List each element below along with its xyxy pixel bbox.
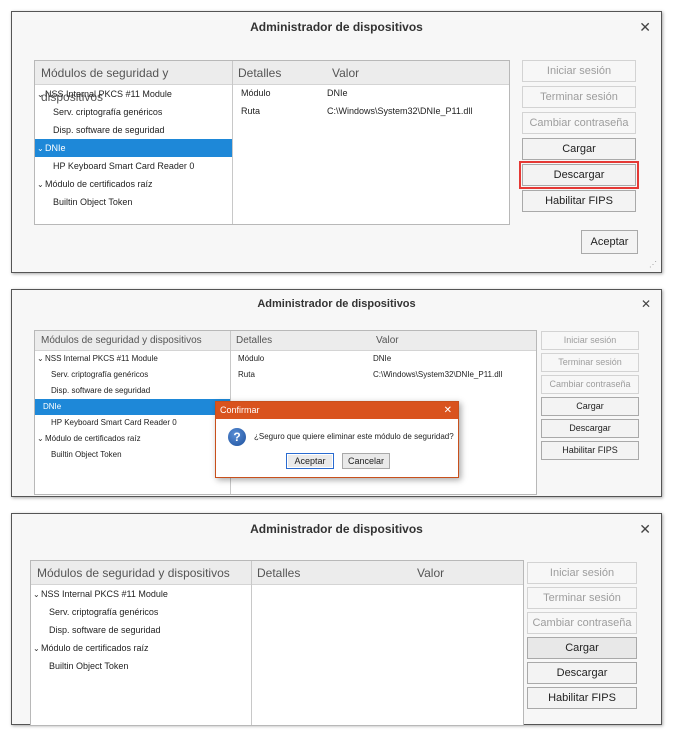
window-title: Administrador de dispositivos bbox=[257, 298, 416, 310]
unload-button[interactable]: Descargar bbox=[519, 161, 639, 189]
modules-panel: Módulos de seguridad y dispositivos Deta… bbox=[30, 560, 524, 726]
load-button[interactable]: Cargar bbox=[522, 138, 636, 160]
login-button[interactable]: Iniciar sesión bbox=[527, 562, 637, 584]
column-header-modules[interactable]: Módulos de seguridad y dispositivos bbox=[31, 561, 251, 585]
tree-item-builtin-token[interactable]: Builtin Object Token bbox=[35, 447, 230, 463]
tree-item-dnie[interactable]: ⌄DNIe bbox=[35, 139, 232, 157]
tree-item-software-device[interactable]: Disp. software de seguridad bbox=[35, 121, 232, 139]
tree-item-dnie[interactable]: DNIe bbox=[35, 399, 230, 415]
unload-button[interactable]: Descargar bbox=[541, 419, 639, 438]
chevron-down-icon[interactable]: ⌄ bbox=[37, 431, 45, 447]
detail-value-path: C:\Windows\System32\DNIe_P11.dll bbox=[327, 106, 473, 116]
device-manager-window-2: Administrador de dispositivos ✕ Módulos … bbox=[11, 289, 662, 497]
column-header-modules[interactable]: Módulos de seguridad y dispositivos bbox=[35, 61, 232, 104]
column-header-value[interactable]: Valor bbox=[370, 331, 536, 351]
column-header-details[interactable]: Detalles bbox=[251, 561, 411, 585]
dialog-title: Confirmar bbox=[216, 402, 458, 419]
device-manager-window-1: Administrador de dispositivos ✕ Módulos … bbox=[11, 11, 662, 273]
column-header-details[interactable]: Detalles bbox=[232, 61, 326, 85]
column-header-modules[interactable]: Módulos de seguridad y dispositivos bbox=[35, 331, 230, 351]
tree-item-nss-module[interactable]: ⌄NSS Internal PKCS #11 Module bbox=[31, 585, 251, 603]
detail-key-module: Módulo bbox=[238, 354, 265, 363]
unload-button[interactable]: Descargar bbox=[527, 662, 637, 684]
tree-item-root-certs[interactable]: ⌄Módulo de certificados raíz bbox=[35, 175, 232, 193]
resize-grip-icon[interactable]: ⋰ bbox=[649, 260, 657, 269]
tree-item-software-device[interactable]: Disp. software de seguridad bbox=[31, 621, 251, 639]
chevron-down-icon[interactable]: ⌄ bbox=[37, 351, 45, 367]
chevron-down-icon[interactable]: ⌄ bbox=[33, 640, 41, 658]
logout-button[interactable]: Terminar sesión bbox=[541, 353, 639, 372]
tree-item-hp-reader[interactable]: HP Keyboard Smart Card Reader 0 bbox=[35, 157, 232, 175]
close-icon[interactable]: ✕ bbox=[641, 290, 651, 318]
tree-item-nss-module[interactable]: ⌄NSS Internal PKCS #11 Module bbox=[35, 85, 234, 103]
dialog-close-icon[interactable]: ✕ bbox=[444, 402, 452, 419]
chevron-down-icon[interactable]: ⌄ bbox=[37, 176, 45, 194]
detail-value-module: DNIe bbox=[327, 88, 348, 98]
detail-key-path: Ruta bbox=[241, 106, 261, 116]
window-title: Administrador de dispositivos bbox=[250, 522, 423, 536]
enable-fips-button[interactable]: Habilitar FIPS bbox=[527, 687, 637, 709]
tree-item-hp-reader[interactable]: HP Keyboard Smart Card Reader 0 bbox=[35, 415, 230, 431]
change-password-button[interactable]: Cambiar contraseña bbox=[527, 612, 637, 634]
tree-item-root-certs[interactable]: ⌄Módulo de certificados raíz bbox=[31, 639, 251, 657]
logout-button[interactable]: Terminar sesión bbox=[522, 86, 636, 108]
change-password-button[interactable]: Cambiar contraseña bbox=[522, 112, 636, 134]
chevron-down-icon[interactable]: ⌄ bbox=[33, 586, 41, 604]
login-button[interactable]: Iniciar sesión bbox=[522, 60, 636, 82]
tree-item-crypto-services[interactable]: Serv. criptografía genéricos bbox=[35, 103, 232, 121]
device-manager-window-3: Administrador de dispositivos ✕ Módulos … bbox=[11, 513, 662, 726]
tree-item-root-certs[interactable]: ⌄Módulo de certificados raíz bbox=[35, 431, 230, 447]
load-button[interactable]: Cargar bbox=[527, 637, 637, 659]
column-divider bbox=[251, 561, 252, 725]
close-icon[interactable]: ✕ bbox=[639, 514, 651, 544]
login-button[interactable]: Iniciar sesión bbox=[541, 331, 639, 350]
detail-key-module: Módulo bbox=[241, 88, 271, 98]
close-icon[interactable]: ✕ bbox=[639, 12, 651, 42]
chevron-down-icon[interactable]: ⌄ bbox=[37, 86, 45, 104]
column-header-value[interactable]: Valor bbox=[326, 61, 509, 85]
load-button[interactable]: Cargar bbox=[541, 397, 639, 416]
tree-item-crypto-services[interactable]: Serv. criptografía genéricos bbox=[35, 367, 230, 383]
dialog-message: ¿Seguro que quiere eliminar este módulo … bbox=[254, 432, 454, 441]
enable-fips-button[interactable]: Habilitar FIPS bbox=[522, 190, 636, 212]
tree-item-builtin-token[interactable]: Builtin Object Token bbox=[31, 657, 251, 675]
detail-value-module: DNIe bbox=[373, 354, 392, 363]
question-icon: ? bbox=[228, 428, 246, 446]
chevron-down-icon[interactable]: ⌄ bbox=[37, 140, 45, 158]
modules-panel: Módulos de seguridad y dispositivos Deta… bbox=[34, 60, 510, 225]
detail-value-path: C:\Windows\System32\DNIe_P11.dll bbox=[373, 370, 503, 379]
window-title: Administrador de dispositivos bbox=[250, 20, 423, 34]
change-password-button[interactable]: Cambiar contraseña bbox=[541, 375, 639, 394]
tree-item-software-device[interactable]: Disp. software de seguridad bbox=[35, 383, 230, 399]
accept-button[interactable]: Aceptar bbox=[581, 230, 638, 254]
dialog-cancel-button[interactable]: Cancelar bbox=[342, 453, 390, 469]
detail-key-path: Ruta bbox=[238, 370, 255, 379]
column-header-value[interactable]: Valor bbox=[411, 561, 523, 585]
dialog-accept-button[interactable]: Aceptar bbox=[286, 453, 334, 469]
enable-fips-button[interactable]: Habilitar FIPS bbox=[541, 441, 639, 460]
logout-button[interactable]: Terminar sesión bbox=[527, 587, 637, 609]
tree-item-nss-module[interactable]: ⌄NSS Internal PKCS #11 Module bbox=[35, 351, 230, 367]
tree-item-crypto-services[interactable]: Serv. criptografía genéricos bbox=[31, 603, 251, 621]
tree-item-builtin-token[interactable]: Builtin Object Token bbox=[35, 193, 232, 211]
column-header-details[interactable]: Detalles bbox=[230, 331, 370, 351]
confirm-dialog: Confirmar ✕ ? ¿Seguro que quiere elimina… bbox=[215, 401, 459, 478]
